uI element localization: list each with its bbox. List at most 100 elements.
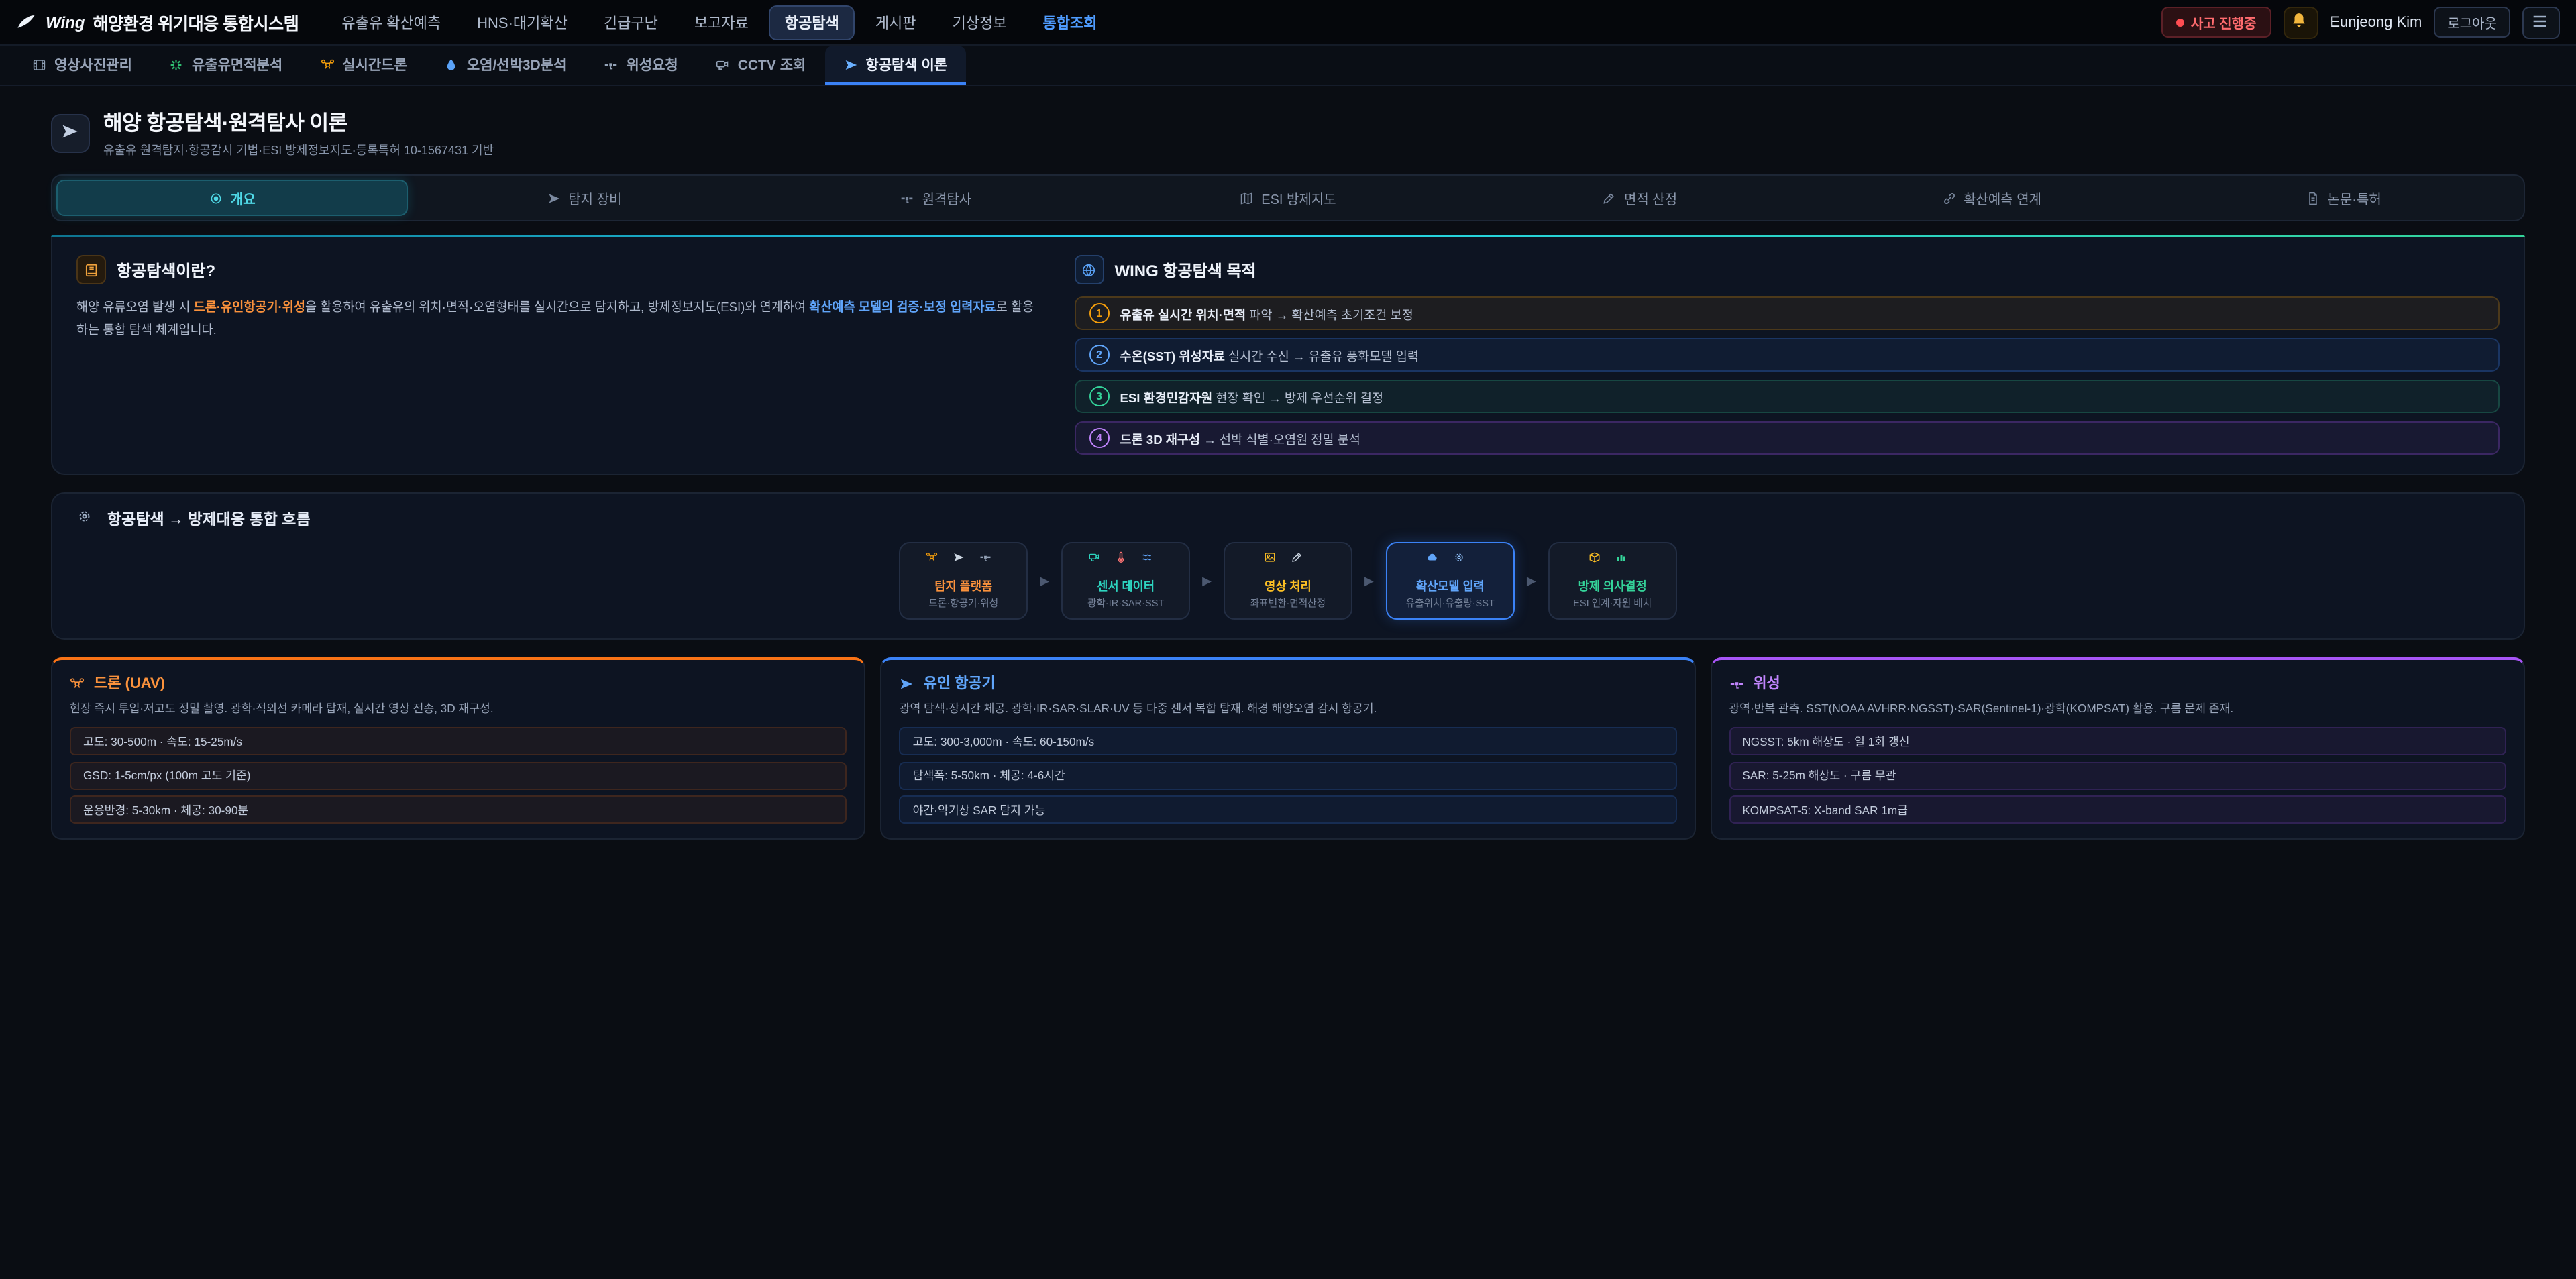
hamburger-menu-button[interactable] [2522,6,2560,38]
subnav-label: 실시간드론 [342,55,407,75]
flow-step-response-decision: 방제 의사결정 ESI 연계·자원 배치 [1548,542,1677,620]
system-title: 해양환경 위기대응 통합시스템 [93,9,299,35]
notifications-button[interactable] [2283,6,2318,38]
platform-description: 광역 탐색·장시간 체공. 광학·IR·SAR·SLAR·UV 등 다중 센서 … [900,700,1677,718]
goal-row: 2 수온(SST) 위성자료 실시간 수신 → 유출유 풍화모델 입력 [1074,338,2500,372]
subnav-label: 영상사진관리 [54,55,132,75]
flow-step-sub: 광학·IR·SAR·SST [1076,597,1175,610]
flow-step-sensor-data: 센서 데이터 광학·IR·SAR·SST [1061,542,1190,620]
subnav-pollution-ship-3d[interactable]: 오염/선박3D분석 [426,46,586,85]
tab-overview[interactable]: 개요 [56,180,409,216]
flow-step-detection-platform: 탐지 플랫폼 드론·항공기·위성 [899,542,1028,620]
tab-detection-equipment[interactable]: 탐지 장비 [409,180,761,216]
page-title: 해양 항공탐색·원격탐사 이론 [103,107,494,137]
flow-step-model-input: 확산모델 입력 유출위치·유출량·SST [1386,542,1515,620]
page-subtitle: 유출유 원격탐지·항공감시 기법·ESI 방제정보지도·등록특허 10-1567… [103,141,494,158]
brand[interactable]: Wing 해양환경 위기대응 통합시스템 [16,9,299,35]
purpose-title: WING 항공탐색 목적 [1114,258,1256,281]
main-nav: 유출유 확산예측 HNS·대기확산 긴급구난 보고자료 항공탐색 게시판 기상정… [325,5,1113,40]
wing-purpose-section: WING 항공탐색 목적 1 유출유 실시간 위치·면적 파악 → 확산예측 초… [1074,255,2500,455]
user-name: Eunjeong Kim [2330,14,2422,30]
wave-icon [1142,551,1163,573]
tab-label: 면적 산정 [1624,188,1677,208]
subnav-cctv-view[interactable]: CCTV 조회 [697,46,825,85]
arrow-icon: ▶ [1040,573,1049,588]
subnav-image-photo-management[interactable]: 영상사진관리 [13,46,151,85]
satellite-icon [901,191,914,205]
flow-step-sub: 좌표변환·면적산정 [1238,597,1338,610]
goal-number-badge: 3 [1089,386,1109,406]
subnav-label: 오염/선박3D분석 [467,55,567,75]
goal-number-badge: 2 [1089,345,1109,365]
top-bar: Wing 해양환경 위기대응 통합시스템 유출유 확산예측 HNS·대기확산 긴… [0,0,2576,46]
page-header: 해양 항공탐색·원격탐사 이론 유출유 원격탐지·항공감시 기법·ESI 방제정… [51,107,2525,158]
tab-diffusion-link[interactable]: 확산예측 연계 [1816,180,2168,216]
flow-diagram: 탐지 플랫폼 드론·항공기·위성 ▶ 센서 데이터 광학·IR·SAR·SST … [76,542,2500,620]
subnav-oil-area-analysis[interactable]: 유출유면적분석 [151,46,301,85]
brand-logo-text: Wing [46,13,85,32]
tab-area-calculation[interactable]: 면적 산정 [1464,180,1816,216]
subnav-satellite-request[interactable]: 위성요청 [585,46,696,85]
tab-remote-sensing[interactable]: 원격탐사 [760,180,1112,216]
subnav-label: 항공탐색 이론 [865,55,947,75]
theory-tab-bar: 개요 탐지 장비 원격탐사 ESI 방제지도 면적 산정 확산예측 연계 [51,174,2525,221]
what-title: 항공탐색이란? [117,258,215,281]
plane-icon [900,675,914,690]
overview-panel: 항공탐색이란? 해양 유류오염 발생 시 드론·유인항공기·위성을 활용하여 유… [51,237,2525,475]
gear-icon [76,508,98,530]
pencil-icon [1291,551,1312,573]
platform-description: 현장 즉시 투입·저고도 정밀 촬영. 광학·적외선 카메라 탑재, 실시간 영… [70,700,847,718]
flow-title: 항공탐색 → 방제대응 통합 흐름 [107,508,311,530]
nav-hns-dispersion[interactable]: HNS·대기확산 [461,5,584,40]
bell-icon [2290,11,2311,33]
plane-icon [953,551,974,573]
spec-row: NGSST: 5km 해상도 · 일 1회 갱신 [1729,728,2506,756]
flow-step-image-processing: 영상 처리 좌표변환·면적산정 [1224,542,1352,620]
page-header-icon-box [51,113,90,152]
satellite-card: 위성 광역·반복 관측. SST(NOAA AVHRR·NGSST)·SAR(S… [1710,657,2525,840]
incident-dot-icon [2176,18,2184,26]
satellite-icon [1729,675,1743,690]
nav-oil-spill-prediction[interactable]: 유출유 확산예측 [325,5,457,40]
flow-step-label: 확산모델 입력 [1401,577,1500,594]
subnav-label: CCTV 조회 [738,55,806,75]
drone-card: 드론 (UAV) 현장 즉시 투입·저고도 정밀 촬영. 광학·적외선 카메라 … [51,657,866,840]
burst-icon [170,58,184,72]
sub-nav: 영상사진관리 유출유면적분석 실시간드론 오염/선박3D분석 위성요청 CCTV… [0,46,2576,86]
gear-icon [1453,551,1474,573]
spec-row: SAR: 5-25m 해상도 · 구름 무관 [1729,762,2506,790]
target-icon [209,191,223,205]
camera-icon [1088,551,1110,573]
image-icon [1264,551,1285,573]
logout-button[interactable]: 로그아웃 [2434,7,2510,38]
hamburger-icon [2530,11,2552,33]
satellite-icon [604,58,618,72]
tab-papers-patents[interactable]: 논문·특허 [2167,180,2520,216]
nav-aerial-search[interactable]: 항공탐색 [769,5,855,40]
nav-weather-info[interactable]: 기상정보 [936,5,1023,40]
nav-reports[interactable]: 보고자료 [678,5,765,40]
book-icon [76,255,106,284]
goal-row: 1 유출유 실시간 위치·면적 파악 → 확산예측 초기조건 보정 [1074,296,2500,330]
what-paragraph: 해양 유류오염 발생 시 드론·유인항공기·위성을 활용하여 유출유의 위치·면… [76,297,1039,341]
tab-esi-map[interactable]: ESI 방제지도 [1112,180,1464,216]
tab-label: 원격탐사 [922,188,972,208]
flow-step-sub: ESI 연계·자원 배치 [1563,597,1662,610]
incident-status-badge[interactable]: 사고 진행중 [2161,7,2271,38]
nav-board[interactable]: 게시판 [859,5,932,40]
spec-row: 운용반경: 5-30km · 체공: 30-90분 [70,796,847,824]
document-icon [2306,191,2320,205]
link-icon [1942,191,1955,205]
nav-integrated-search[interactable]: 통합조회 [1027,5,1114,40]
drone-icon [70,675,85,690]
nav-emergency-rescue[interactable]: 긴급구난 [588,5,674,40]
goal-row: 4 드론 3D 재구성 → 선박 식별·오염원 정밀 분석 [1074,421,2500,455]
tab-label: 개요 [231,188,256,208]
flow-panel: 항공탐색 → 방제대응 통합 흐름 탐지 플랫폼 드론·항공기·위성 ▶ [51,492,2525,640]
flow-step-sub: 유출위치·유출량·SST [1401,597,1500,610]
platform-title: 유인 항공기 [924,672,996,693]
box-icon [1589,551,1610,573]
subnav-realtime-drone[interactable]: 실시간드론 [301,46,426,85]
subnav-aerial-search-theory[interactable]: 항공탐색 이론 [824,46,966,85]
flow-step-label: 방제 의사결정 [1563,577,1662,594]
